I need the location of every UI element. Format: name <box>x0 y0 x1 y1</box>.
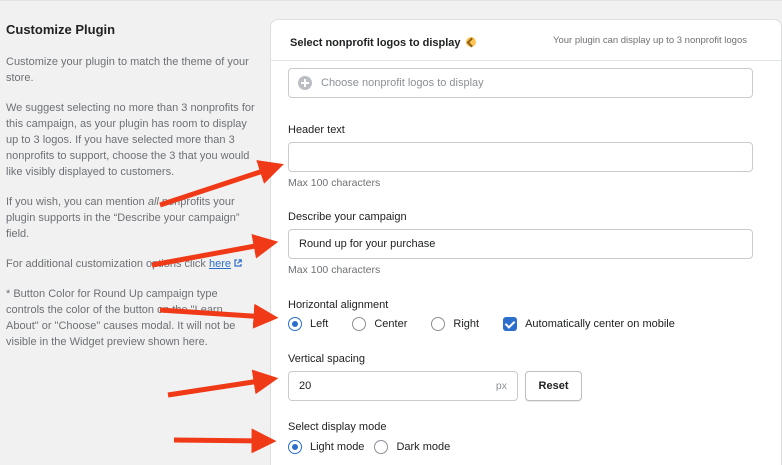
arrow-to-vertical-spacing <box>167 369 279 398</box>
arrow-to-describe-campaign <box>151 233 279 268</box>
arrow-to-horizontal-alignment <box>159 303 279 329</box>
arrow-to-header-text <box>159 160 284 208</box>
arrow-to-display-mode <box>173 428 277 454</box>
annotation-arrows <box>151 160 284 454</box>
